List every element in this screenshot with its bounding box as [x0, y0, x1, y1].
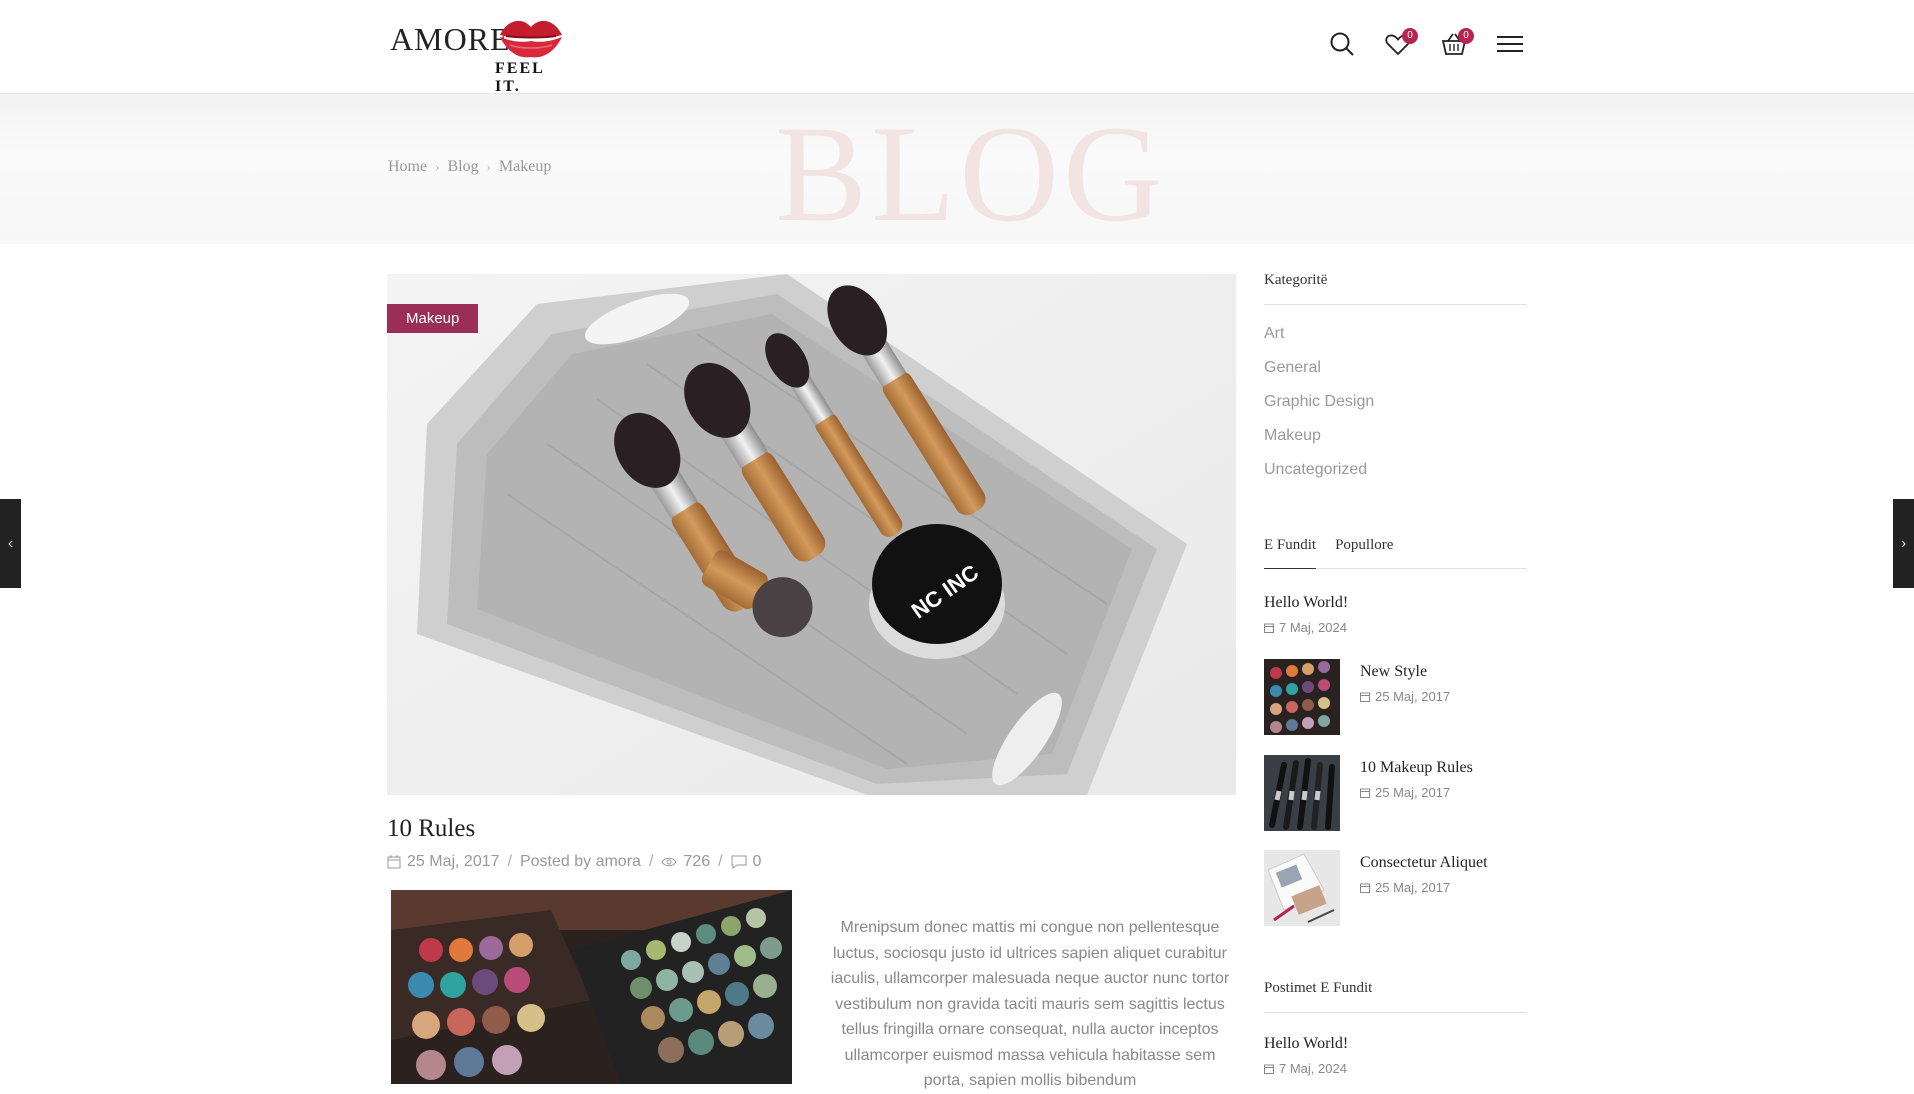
meta-separator: /: [718, 853, 723, 870]
calendar-icon: [1360, 788, 1370, 798]
tab-post-thumbnail[interactable]: [1264, 850, 1340, 926]
tab-post-item[interactable]: New Style 25 Maj, 2017: [1264, 659, 1527, 735]
breadcrumb-separator-icon: ›: [435, 159, 440, 174]
tab-post-date: 25 Maj, 2017: [1375, 785, 1451, 800]
categories-title: Kategoritë: [1264, 272, 1328, 288]
posts-tabs-widget: E Fundit Popullore: [1264, 537, 1527, 569]
tab-post-title[interactable]: Consectetur Aliquet: [1360, 854, 1488, 872]
lips-logo-icon: [500, 20, 562, 58]
magazine-thumbnail-image: [1264, 850, 1340, 926]
tab-post-title[interactable]: Hello World!: [1264, 594, 1527, 612]
tab-post-date: 25 Maj, 2017: [1375, 880, 1451, 895]
tab-post-date: 25 Maj, 2017: [1375, 689, 1451, 704]
logo-brand: AMORE: [390, 21, 511, 57]
breadcrumb-home[interactable]: Home: [388, 158, 427, 176]
page-banner: BLOG Home › Blog › Makeup: [0, 94, 1914, 249]
eyeshadow-palette-image: [391, 890, 792, 1084]
prev-post-button[interactable]: ‹: [0, 499, 21, 588]
calendar-icon: [1360, 883, 1370, 893]
recent-post-item[interactable]: Hello World! 7 Maj, 2024: [1264, 1035, 1527, 1076]
recent-posts-title: Postimet E Fundit: [1264, 980, 1373, 996]
calendar-icon: [1264, 1064, 1274, 1074]
calendar-icon: [387, 855, 401, 869]
tab-post-date-row: 25 Maj, 2017: [1360, 880, 1488, 895]
comment-icon: [731, 855, 747, 869]
post-title[interactable]: 10 Rules: [387, 815, 475, 843]
post-category-badge[interactable]: Makeup: [387, 304, 479, 333]
post-featured-image[interactable]: NC INC: [387, 274, 1236, 795]
menu-button[interactable]: [1496, 30, 1528, 62]
tab-post-title[interactable]: New Style: [1360, 663, 1450, 681]
recent-post-date: 7 Maj, 2024: [1279, 1061, 1347, 1076]
next-post-button[interactable]: ›: [1893, 499, 1914, 588]
tab-post-item[interactable]: Hello World! 7 Maj, 2024: [1264, 594, 1527, 635]
meta-separator: /: [507, 853, 512, 870]
site-logo[interactable]: AMORE FEEL IT.: [390, 13, 570, 95]
breadcrumb: Home › Blog › Makeup: [388, 158, 551, 176]
cart-count-badge: 0: [1458, 28, 1474, 44]
tab-post-item[interactable]: Consectetur Aliquet 25 Maj, 2017: [1264, 850, 1527, 926]
recent-posts-widget: Postimet E Fundit Hello World! 7 Maj, 20…: [1264, 980, 1527, 1076]
breadcrumb-current: Makeup: [498, 158, 552, 175]
tab-post-title[interactable]: 10 Makeup Rules: [1360, 759, 1473, 777]
recent-post-title[interactable]: Hello World!: [1264, 1035, 1527, 1053]
category-item[interactable]: Graphic Design: [1264, 385, 1527, 419]
category-list: Art General Graphic Design Makeup Uncate…: [1264, 317, 1527, 487]
post-views: 726: [683, 853, 711, 870]
cart-button[interactable]: 0: [1440, 28, 1474, 62]
category-item[interactable]: Uncategorized: [1264, 453, 1527, 487]
recent-post-date-row: 7 Maj, 2024: [1264, 1061, 1527, 1076]
divider: [1264, 304, 1527, 305]
wishlist-count-badge: 0: [1402, 28, 1418, 44]
post-author-link[interactable]: amora: [596, 853, 641, 871]
tab-post-date: 7 Maj, 2024: [1279, 620, 1347, 635]
menu-icon: [1497, 36, 1523, 52]
chevron-left-icon: ‹: [7, 534, 14, 552]
tab-post-date-row: 25 Maj, 2017: [1360, 785, 1473, 800]
banner-title: BLOG: [775, 97, 1167, 250]
category-item[interactable]: Makeup: [1264, 419, 1527, 453]
meta-separator: /: [648, 853, 654, 870]
calendar-icon: [1360, 692, 1370, 702]
divider: [1264, 1012, 1527, 1013]
wishlist-button[interactable]: 0: [1384, 28, 1418, 62]
categories-widget: Kategoritë Art General Graphic Design Ma…: [1264, 272, 1527, 487]
palette-thumbnail-image: [1264, 659, 1340, 735]
post-tabs: E Fundit Popullore: [1264, 537, 1527, 569]
logo-tagline: FEEL IT.: [495, 60, 544, 95]
breadcrumb-blog[interactable]: Blog: [447, 158, 478, 176]
search-button[interactable]: [1328, 30, 1360, 62]
tab-popular[interactable]: Popullore: [1335, 537, 1393, 569]
post-date: 25 Maj, 2017: [407, 853, 500, 870]
calendar-icon: [1264, 623, 1274, 633]
tab-post-date-row: 7 Maj, 2024: [1264, 620, 1527, 635]
tab-post-date-row: 25 Maj, 2017: [1360, 689, 1450, 704]
tab-post-thumbnail[interactable]: [1264, 755, 1340, 831]
eye-icon: [661, 857, 677, 867]
tab-post-thumbnail[interactable]: [1264, 659, 1340, 735]
category-item[interactable]: Art: [1264, 317, 1527, 351]
header-actions: 0 0: [1304, 28, 1528, 62]
post-comments-count[interactable]: 0: [753, 853, 762, 871]
post-excerpt: Mrenipsum donec mattis mi congue non pel…: [830, 919, 1230, 1089]
tab-latest[interactable]: E Fundit: [1264, 537, 1317, 569]
site-header: AMORE FEEL IT. 0 0: [0, 0, 1914, 95]
makeup-brushes-tray-image: NC INC: [387, 274, 1236, 795]
tab-post-item[interactable]: 10 Makeup Rules 25 Maj, 2017: [1264, 755, 1527, 831]
breadcrumb-separator-icon: ›: [486, 159, 491, 174]
post-inline-image: [391, 890, 792, 1084]
category-item[interactable]: General: [1264, 351, 1527, 385]
posted-by-label: Posted by: [519, 853, 592, 870]
search-icon: [1330, 32, 1354, 56]
chevron-right-icon: ›: [1900, 534, 1907, 552]
post-meta: 25 Maj, 2017 / Posted by amora / 726 / 0: [387, 853, 761, 871]
brushes-thumbnail-image: [1264, 755, 1340, 831]
